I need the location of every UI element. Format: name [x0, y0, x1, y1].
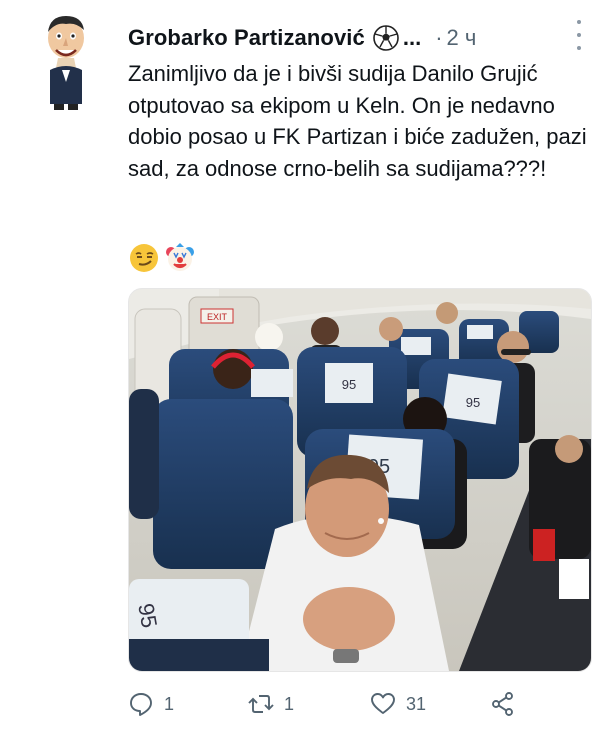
reply-button[interactable]: 1 [128, 686, 174, 722]
like-count: 31 [406, 693, 427, 714]
emoji-row [128, 242, 196, 274]
reply-icon [130, 693, 152, 716]
svg-text:95: 95 [133, 601, 162, 629]
seat-number-label: 95 [342, 377, 356, 392]
airplane-cabin-photo[interactable]: EXIT 95 95 95 [128, 288, 592, 672]
heart-icon [371, 693, 395, 714]
action-bar: 1 1 31 [128, 686, 598, 722]
tweet-text: Zanimljivo da je i bivši sudija Danilo G… [128, 61, 587, 181]
more-options-icon[interactable] [571, 20, 587, 50]
share-button[interactable] [490, 686, 516, 722]
timestamp[interactable]: 2 ч [447, 25, 477, 51]
like-button[interactable]: 31 [370, 686, 426, 722]
smirking-face-icon [130, 244, 158, 272]
avatar[interactable] [36, 12, 96, 112]
separator-dot: · [435, 25, 443, 50]
clown-face-icon [166, 243, 194, 271]
repost-count: 1 [284, 693, 295, 714]
repost-button[interactable]: 1 [248, 686, 294, 722]
svg-text:95: 95 [466, 395, 480, 410]
repost-icon [248, 695, 274, 713]
soccer-ball-icon [373, 25, 399, 51]
name-ellipsis: ... [402, 25, 422, 50]
author-name[interactable]: Grobarko Partizanović [128, 25, 365, 51]
svg-text:EXIT: EXIT [207, 312, 228, 322]
reply-count: 1 [164, 693, 175, 714]
share-icon [492, 692, 513, 716]
tweet-header: Grobarko Partizanović ... · 2 ч [128, 20, 598, 56]
tweet[interactable]: Grobarko Partizanović ... · 2 ч Zanimlji… [0, 0, 611, 750]
